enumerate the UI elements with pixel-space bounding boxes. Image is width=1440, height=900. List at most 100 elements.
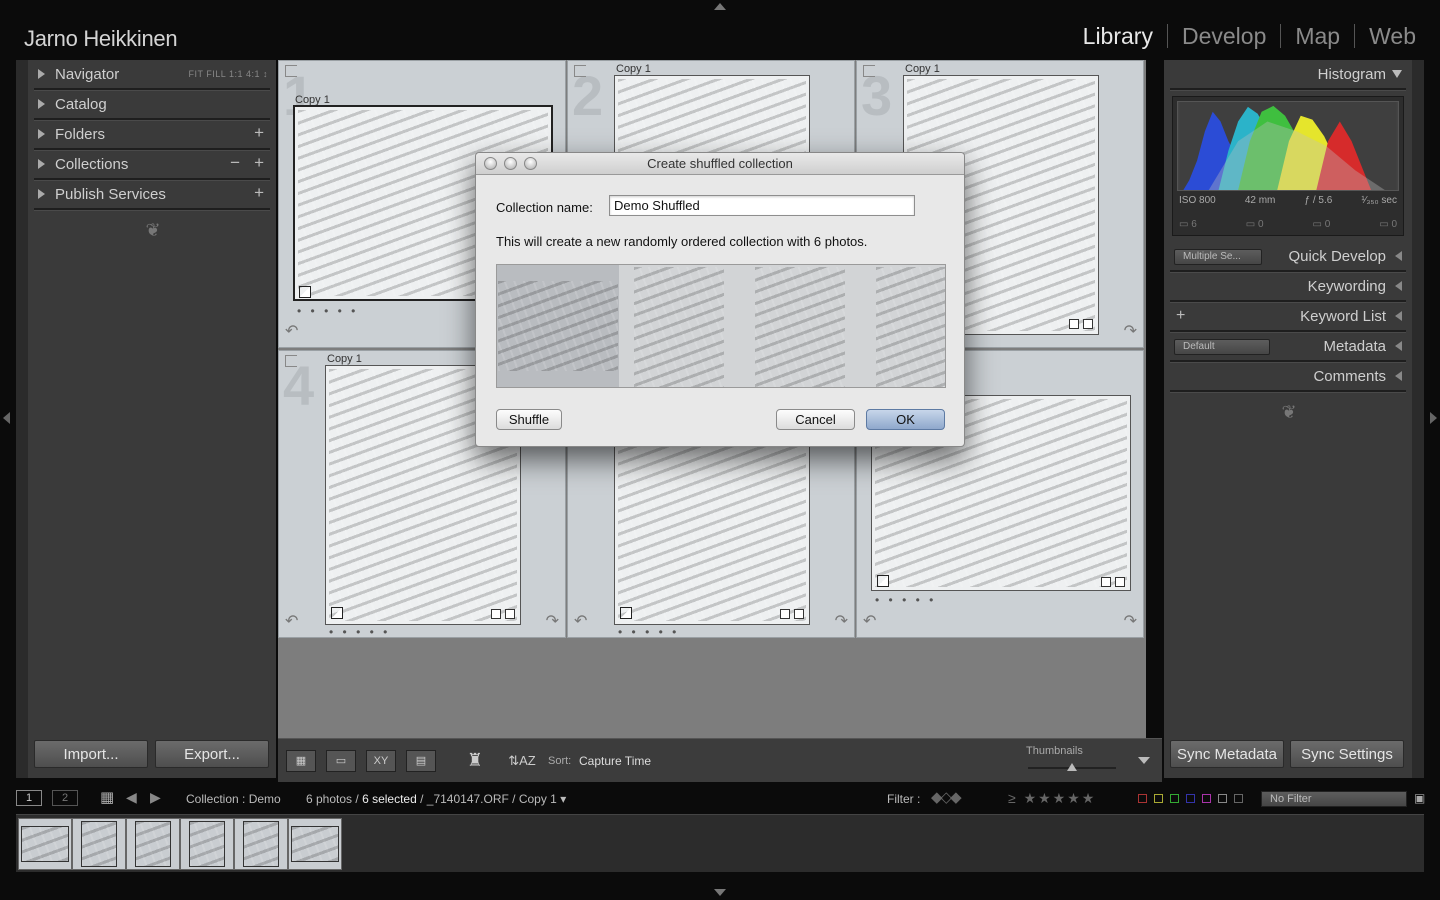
filter-lock-icon[interactable]: ▣ [1414, 791, 1425, 805]
panel-comments[interactable]: Comments [1170, 362, 1406, 392]
panel-metadata[interactable]: Default Metadata [1170, 332, 1406, 362]
histogram-graph[interactable] [1177, 101, 1399, 191]
count-text: 6 photos / [306, 792, 359, 806]
blue-label-filter-icon[interactable] [1186, 794, 1195, 803]
filmstrip-thumbnail[interactable] [72, 818, 126, 870]
toolbar-options-icon[interactable] [1138, 757, 1150, 764]
cancel-button[interactable]: Cancel [776, 409, 855, 430]
expand-triangle-icon[interactable] [1395, 341, 1402, 351]
panel-quick-develop[interactable]: Multiple Se... Quick Develop [1170, 242, 1406, 272]
loupe-view-icon[interactable]: ▭ [326, 749, 356, 772]
minimize-window-icon[interactable] [504, 157, 517, 170]
filmstrip-thumbnail[interactable] [288, 818, 342, 870]
rating-dots[interactable]: • • • • • [875, 593, 936, 607]
grid-view-icon[interactable]: ▦ [286, 749, 316, 772]
rotate-right-icon[interactable]: ↷ [1124, 611, 1137, 631]
module-map[interactable]: Map [1280, 24, 1354, 48]
collection-name-input[interactable]: Demo Shuffled [609, 195, 915, 216]
filmstrip-toggle-icon[interactable] [714, 889, 726, 896]
filmstrip-thumbnail[interactable] [180, 818, 234, 870]
sync-metadata-button[interactable]: Sync Metadata [1170, 740, 1284, 768]
collapse-triangle-icon[interactable] [1392, 70, 1402, 78]
red-label-filter-icon[interactable] [1138, 794, 1147, 803]
add-collection-icon[interactable]: + [254, 153, 264, 173]
painter-icon[interactable]: ♜ [466, 750, 484, 772]
panel-collections[interactable]: Collections − + [34, 150, 270, 180]
dialog-titlebar[interactable]: Create shuffled collection [476, 153, 964, 175]
module-library[interactable]: Library [1069, 24, 1167, 48]
exif-info: ISO 800 42 mm ƒ / 5.6 ¹⁄₃₅₀ sec [1179, 195, 1397, 206]
flag-icon[interactable] [574, 65, 586, 77]
rating-dots[interactable]: • • • • • [297, 304, 358, 318]
add-folder-icon[interactable]: + [254, 123, 264, 143]
rating-dots[interactable]: • • • • • [618, 625, 679, 639]
import-button[interactable]: Import... [34, 740, 148, 768]
purple-label-filter-icon[interactable] [1202, 794, 1211, 803]
rotate-right-icon[interactable]: ↷ [835, 611, 848, 631]
grid-icon[interactable]: ▦ [100, 788, 114, 806]
saved-preset-select[interactable]: Multiple Se... [1174, 249, 1262, 265]
rotate-right-icon[interactable]: ↷ [1124, 321, 1137, 341]
expand-triangle-icon[interactable] [1395, 311, 1402, 321]
filmstrip-thumbnail[interactable] [18, 818, 72, 870]
ok-button[interactable]: OK [866, 409, 945, 430]
secondary-screen-button[interactable]: 2 [52, 790, 78, 806]
rotate-left-icon[interactable]: ↶ [285, 321, 298, 341]
panel-histogram[interactable]: Histogram [1170, 60, 1406, 90]
add-keyword-icon[interactable]: + [1176, 307, 1185, 325]
green-label-filter-icon[interactable] [1170, 794, 1179, 803]
zoom-window-icon[interactable] [524, 157, 537, 170]
rotate-left-icon[interactable]: ↶ [863, 611, 876, 631]
metadata-preset-select[interactable]: Default [1174, 339, 1270, 355]
flag-icon[interactable] [285, 355, 297, 367]
expand-triangle-icon[interactable] [1395, 281, 1402, 291]
panel-keywording[interactable]: Keywording [1170, 272, 1406, 302]
close-window-icon[interactable] [484, 157, 497, 170]
photo-count: 6 photos / 6 selected / _7140147.ORF / C… [306, 792, 566, 806]
right-panel-toggle-icon[interactable] [1430, 412, 1437, 424]
flag-icon[interactable] [285, 65, 297, 77]
rotate-left-icon[interactable]: ↶ [574, 611, 587, 631]
histogram[interactable]: ISO 800 42 mm ƒ / 5.6 ¹⁄₃₅₀ sec ▭ 6 ▭ 0 … [1172, 96, 1404, 236]
rating-filter-icon[interactable]: ≥ ★★★★★ [1008, 790, 1096, 807]
flag-filter-icon[interactable]: ◆◇◆ [931, 788, 962, 806]
slider-knob[interactable] [1067, 763, 1077, 771]
rating-dots[interactable]: • • • • • [329, 625, 390, 639]
module-develop[interactable]: Develop [1166, 24, 1280, 48]
flag-icon[interactable] [863, 65, 875, 77]
add-publish-service-icon[interactable]: + [254, 183, 264, 203]
module-web[interactable]: Web [1354, 24, 1416, 48]
panel-navigator[interactable]: Navigator FIT FILL 1:1 4:1 ↕ [34, 60, 270, 90]
expand-triangle-icon[interactable] [1395, 371, 1402, 381]
filter-preset-select[interactable]: No Filter [1261, 791, 1407, 807]
expand-triangle-icon[interactable] [1395, 251, 1402, 261]
panel-folders[interactable]: Folders + [34, 120, 270, 150]
filmstrip-thumbnail[interactable] [126, 818, 180, 870]
sort-direction-icon[interactable]: ⇅AZ [506, 750, 538, 772]
no-label-filter-icon[interactable] [1234, 794, 1243, 803]
source-label[interactable]: Collection : Demo [186, 792, 281, 806]
rotate-right-icon[interactable]: ↷ [546, 611, 559, 631]
filename-text[interactable]: / _7140147.ORF / Copy 1 ▾ [420, 792, 566, 806]
panel-keyword-list[interactable]: + Keyword List [1170, 302, 1406, 332]
export-button[interactable]: Export... [155, 740, 269, 768]
left-panel-toggle-icon[interactable] [3, 412, 10, 424]
primary-screen-button[interactable]: 1 [16, 790, 42, 806]
rotate-left-icon[interactable]: ↶ [285, 611, 298, 631]
compare-view-icon[interactable]: XY [366, 749, 396, 772]
sync-settings-button[interactable]: Sync Settings [1290, 740, 1404, 768]
forward-icon[interactable]: ▶ [150, 789, 161, 806]
yellow-label-filter-icon[interactable] [1154, 794, 1163, 803]
filmstrip-thumbnail[interactable] [234, 818, 288, 870]
back-icon[interactable]: ◀ [126, 789, 137, 806]
sort-select[interactable]: Capture Time [579, 754, 651, 768]
top-panel-toggle-icon[interactable] [714, 3, 726, 10]
panel-publish-services[interactable]: Publish Services + [34, 180, 270, 210]
shuffle-button[interactable]: Shuffle [496, 409, 562, 430]
custom-label-filter-icon[interactable] [1218, 794, 1227, 803]
remove-collection-icon[interactable]: − [230, 153, 240, 173]
navigator-zoom-modes[interactable]: FIT FILL 1:1 4:1 ↕ [188, 69, 268, 79]
thumbnail-size-slider[interactable] [1028, 763, 1116, 771]
panel-catalog[interactable]: Catalog [34, 90, 270, 120]
survey-view-icon[interactable]: ▤ [406, 749, 436, 772]
